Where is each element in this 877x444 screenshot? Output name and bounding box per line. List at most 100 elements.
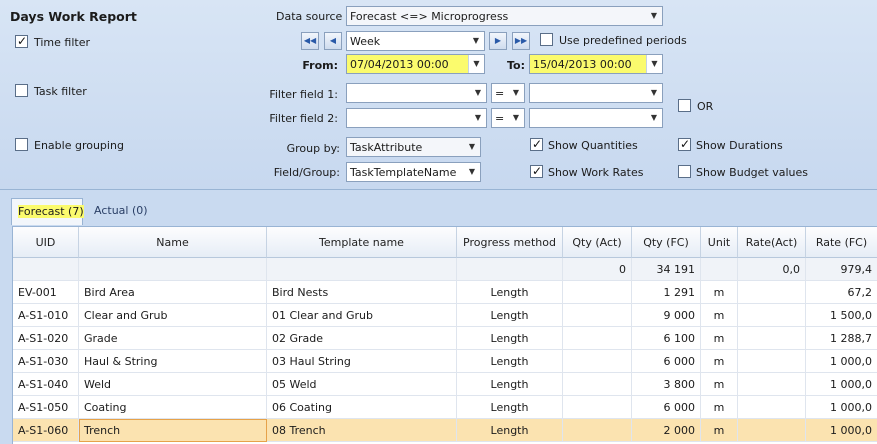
show-durations-checkbox[interactable]: ✓ xyxy=(678,137,691,151)
progress-method-cell[interactable]: Length xyxy=(457,373,563,396)
table-row[interactable]: A-S1-050 Coating 06 Coating Length 6 000 m 1 0… xyxy=(13,396,877,419)
name-cell[interactable]: Trench xyxy=(79,419,267,442)
template-cell[interactable]: 05 Weld xyxy=(267,373,457,396)
table-row[interactable]: EV-001 Bird Area Bird Nests Length 1 291 m 67,… xyxy=(13,281,877,304)
progress-method-cell[interactable]: Length xyxy=(457,419,563,442)
qty-act-cell[interactable] xyxy=(563,373,632,396)
from-date-picker[interactable]: 07/04/2013 00:00 ▼ xyxy=(346,54,485,74)
filter-field-1-operator[interactable]: = ▼ xyxy=(491,83,525,103)
unit-cell[interactable]: m xyxy=(701,350,738,373)
qty-fc-cell[interactable]: 6 000 xyxy=(632,396,701,419)
rate-act-cell[interactable] xyxy=(738,350,806,373)
progress-method-cell[interactable]: Length xyxy=(457,281,563,304)
qty-fc-cell[interactable]: 1 291 xyxy=(632,281,701,304)
filter-field-1-value[interactable]: ▼ xyxy=(529,83,663,103)
rate-act-cell[interactable] xyxy=(738,373,806,396)
progress-method-cell[interactable]: Length xyxy=(457,396,563,419)
uid-cell[interactable]: A-S1-060 xyxy=(13,419,79,442)
name-cell[interactable]: Weld xyxy=(79,373,267,396)
column-header-template[interactable]: Template name xyxy=(267,227,457,258)
filter-field-2-select[interactable]: ▼ xyxy=(346,108,487,128)
qty-act-cell[interactable] xyxy=(563,304,632,327)
rate-fc-cell[interactable]: 1 000,0 xyxy=(806,396,877,419)
filter-field-2-operator[interactable]: = ▼ xyxy=(491,108,525,128)
rate-act-cell[interactable] xyxy=(738,396,806,419)
unit-cell[interactable]: m xyxy=(701,327,738,350)
show-quantities-checkbox[interactable]: ✓ xyxy=(530,137,543,151)
first-period-button[interactable]: ◀◀ xyxy=(301,32,319,50)
name-cell[interactable]: Coating xyxy=(79,396,267,419)
qty-fc-cell[interactable]: 6 000 xyxy=(632,350,701,373)
table-row[interactable]: A-S1-020 Grade 02 Grade Length 6 100 m 1 288,7 xyxy=(13,327,877,350)
table-row[interactable]: A-S1-060 Trench 08 Trench Length 2 000 m 1 000… xyxy=(13,419,877,442)
or-checkbox[interactable] xyxy=(678,99,691,112)
uid-cell[interactable]: A-S1-040 xyxy=(13,373,79,396)
template-cell[interactable]: 01 Clear and Grub xyxy=(267,304,457,327)
qty-fc-cell[interactable]: 6 100 xyxy=(632,327,701,350)
table-row[interactable]: A-S1-010 Clear and Grub 01 Clear and Grub L… xyxy=(13,304,877,327)
unit-cell[interactable]: m xyxy=(701,396,738,419)
progress-method-cell[interactable]: Length xyxy=(457,327,563,350)
template-cell[interactable]: 03 Haul String xyxy=(267,350,457,373)
qty-fc-cell[interactable]: 9 000 xyxy=(632,304,701,327)
uid-cell[interactable]: A-S1-050 xyxy=(13,396,79,419)
uid-cell[interactable]: A-S1-030 xyxy=(13,350,79,373)
field-group-select[interactable]: TaskTemplateName ▼ xyxy=(346,162,481,182)
template-cell[interactable]: 08 Trench xyxy=(267,419,457,442)
last-period-button[interactable]: ▶▶ xyxy=(512,32,530,50)
next-period-button[interactable]: ▶ xyxy=(489,32,507,50)
column-header-unit[interactable]: Unit xyxy=(701,227,738,258)
table-row[interactable]: A-S1-040 Weld 05 Weld Length 3 800 m 1 000,0 xyxy=(13,373,877,396)
filter-field-1-select[interactable]: ▼ xyxy=(346,83,487,103)
name-cell[interactable]: Clear and Grub xyxy=(79,304,267,327)
filter-field-2-value[interactable]: ▼ xyxy=(529,108,663,128)
column-header-name[interactable]: Name xyxy=(79,227,267,258)
column-header-uid[interactable]: UID xyxy=(13,227,79,258)
template-cell[interactable]: 02 Grade xyxy=(267,327,457,350)
rate-act-cell[interactable] xyxy=(738,281,806,304)
uid-cell[interactable]: A-S1-020 xyxy=(13,327,79,350)
rate-fc-cell[interactable]: 1 000,0 xyxy=(806,373,877,396)
rate-act-cell[interactable] xyxy=(738,419,806,442)
qty-fc-cell[interactable]: 2 000 xyxy=(632,419,701,442)
rate-fc-cell[interactable]: 1 000,0 xyxy=(806,350,877,373)
column-header-progress-method[interactable]: Progress method xyxy=(457,227,563,258)
to-date-picker[interactable]: 15/04/2013 00:00 ▼ xyxy=(529,54,663,74)
table-row[interactable]: A-S1-030 Haul & String 03 Haul String Lengt… xyxy=(13,350,877,373)
template-cell[interactable]: 06 Coating xyxy=(267,396,457,419)
rate-fc-cell[interactable]: 1 288,7 xyxy=(806,327,877,350)
qty-act-cell[interactable] xyxy=(563,419,632,442)
name-cell[interactable]: Bird Area xyxy=(79,281,267,304)
progress-method-cell[interactable]: Length xyxy=(457,304,563,327)
show-budget-values-checkbox[interactable] xyxy=(678,165,691,178)
unit-cell[interactable]: m xyxy=(701,419,738,442)
rate-fc-cell[interactable]: 67,2 xyxy=(806,281,877,304)
column-header-rate-fc[interactable]: Rate (FC) xyxy=(806,227,877,258)
rate-fc-cell[interactable]: 1 000,0 xyxy=(806,419,877,442)
qty-act-cell[interactable] xyxy=(563,281,632,304)
unit-cell[interactable]: m xyxy=(701,304,738,327)
show-work-rates-checkbox[interactable]: ✓ xyxy=(530,164,543,178)
use-predefined-checkbox[interactable] xyxy=(540,33,553,46)
column-header-rate-act[interactable]: Rate(Act) xyxy=(738,227,806,258)
time-filter-checkbox[interactable]: ✓ xyxy=(15,34,28,48)
template-cell[interactable]: Bird Nests xyxy=(267,281,457,304)
task-filter-checkbox[interactable] xyxy=(15,84,28,97)
name-cell[interactable]: Haul & String xyxy=(79,350,267,373)
unit-cell[interactable]: m xyxy=(701,281,738,304)
rate-act-cell[interactable] xyxy=(738,327,806,350)
tab-forecast[interactable]: Forecast (7) xyxy=(11,198,84,225)
qty-act-cell[interactable] xyxy=(563,327,632,350)
rate-fc-cell[interactable]: 1 500,0 xyxy=(806,304,877,327)
column-header-qty-fc[interactable]: Qty (FC) xyxy=(632,227,701,258)
group-by-select[interactable]: TaskAttribute ▼ xyxy=(346,137,481,157)
qty-act-cell[interactable] xyxy=(563,396,632,419)
name-cell[interactable]: Grade xyxy=(79,327,267,350)
progress-method-cell[interactable]: Length xyxy=(457,350,563,373)
uid-cell[interactable]: EV-001 xyxy=(13,281,79,304)
column-header-qty-act[interactable]: Qty (Act) xyxy=(563,227,632,258)
qty-fc-cell[interactable]: 3 800 xyxy=(632,373,701,396)
uid-cell[interactable]: A-S1-010 xyxy=(13,304,79,327)
period-select[interactable]: Week ▼ xyxy=(346,31,485,51)
data-source-select[interactable]: Forecast <=> Microprogress ▼ xyxy=(346,6,663,26)
